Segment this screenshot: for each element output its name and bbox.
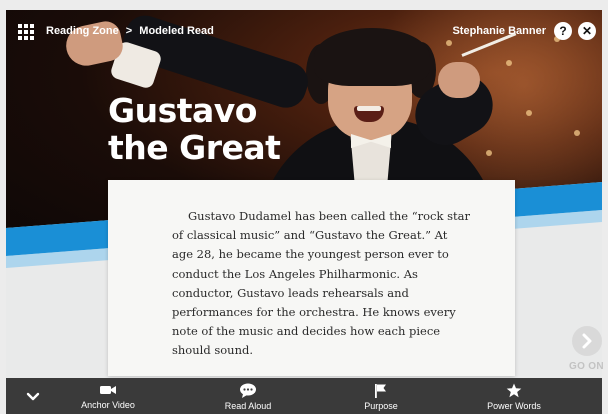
help-button[interactable]: ? [554, 22, 572, 40]
toolbar-label-read-aloud: Read Aloud [224, 401, 272, 411]
user-name[interactable]: Stephanie Banner [452, 25, 546, 37]
close-button[interactable]: ✕ [578, 22, 596, 40]
toolbar-label-power-words: Power Words [487, 401, 541, 411]
page-title: Gustavo the Great [108, 91, 281, 167]
flag-icon [375, 384, 386, 398]
speech-bubble-icon [240, 383, 256, 398]
breadcrumb-reading-zone[interactable]: Reading Zone [46, 25, 119, 37]
title-line-1: Gustavo [108, 91, 257, 130]
chevron-down-icon [26, 392, 40, 401]
title-line-2: the Great [108, 128, 281, 167]
toolbar-label-purpose: Purpose [364, 401, 398, 411]
breadcrumb: Reading Zone > Modeled Read [46, 25, 214, 37]
top-bar: Reading Zone > Modeled Read Stephanie Ba… [6, 10, 602, 52]
toolbar-label-anchor-video: Anchor Video [81, 400, 135, 410]
passage-text: Gustavo Dudamel has been called the “roc… [172, 209, 470, 358]
help-icon: ? [559, 24, 567, 38]
collapse-toolbar-button[interactable] [24, 388, 42, 406]
reading-card: Gustavo Dudamel has been called the “roc… [108, 180, 515, 376]
close-icon: ✕ [581, 24, 593, 38]
toolbar-power-words[interactable]: Power Words [459, 383, 569, 411]
bottom-toolbar: Anchor Video Read Aloud Purpose Power Wo… [6, 378, 602, 414]
toolbar-anchor-video[interactable]: Anchor Video [53, 383, 163, 410]
toolbar-read-aloud[interactable]: Read Aloud [193, 383, 303, 411]
go-on-label: GO ON [569, 361, 604, 372]
star-icon [506, 383, 522, 398]
breadcrumb-separator: > [125, 25, 133, 37]
go-on-button[interactable] [572, 326, 602, 356]
app-grid-icon[interactable] [18, 24, 34, 40]
app-frame: Gustavo the Great Reading Zone > Modeled… [0, 0, 608, 414]
video-camera-icon [100, 386, 116, 394]
chevron-right-icon [582, 333, 592, 349]
breadcrumb-modeled-read: Modeled Read [139, 25, 214, 37]
toolbar-purpose[interactable]: Purpose [326, 383, 436, 411]
